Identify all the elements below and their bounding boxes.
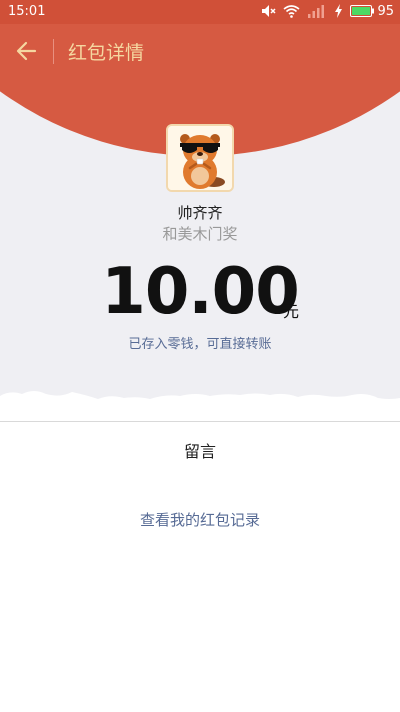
charging-icon	[335, 4, 343, 18]
back-button[interactable]	[14, 38, 40, 64]
status-icons: 95	[260, 3, 394, 19]
battery-icon	[350, 5, 375, 17]
mute-icon	[262, 5, 276, 17]
signal-icon	[308, 5, 325, 18]
page-title: 红包详情	[68, 43, 145, 64]
torn-paper-edge	[0, 382, 400, 422]
message-label: 留言	[183, 442, 216, 461]
section-divider	[0, 421, 400, 422]
avatar[interactable]	[166, 124, 234, 192]
beaver-with-sunglasses-avatar	[168, 126, 232, 190]
change-balance-link[interactable]: 已存入零钱，可直接转账	[0, 333, 400, 352]
battery-level: 95	[377, 3, 394, 19]
nav-divider	[53, 39, 54, 64]
status-bar: 15:01 95	[0, 0, 400, 24]
status-time: 15:01	[8, 4, 46, 19]
wifi-icon	[283, 5, 300, 18]
amount-row: 10.00 元	[0, 252, 400, 332]
amount-value: 10.00	[101, 255, 299, 329]
amount-unit: 元	[283, 302, 300, 321]
nav-bar: 红包详情	[0, 24, 400, 78]
battery: 95	[350, 4, 394, 19]
view-records-link[interactable]: 查看我的红包记录	[0, 509, 400, 530]
sender-name: 帅齐齐	[177, 204, 223, 222]
greeting-message: 和美木门奖	[162, 225, 238, 243]
red-packet-detail-screen: 15:01 95 红包详情 帅齐齐 和美木门奖 10.00 元 已存入零钱，可直…	[0, 0, 400, 712]
arrow-left-icon	[16, 41, 37, 61]
